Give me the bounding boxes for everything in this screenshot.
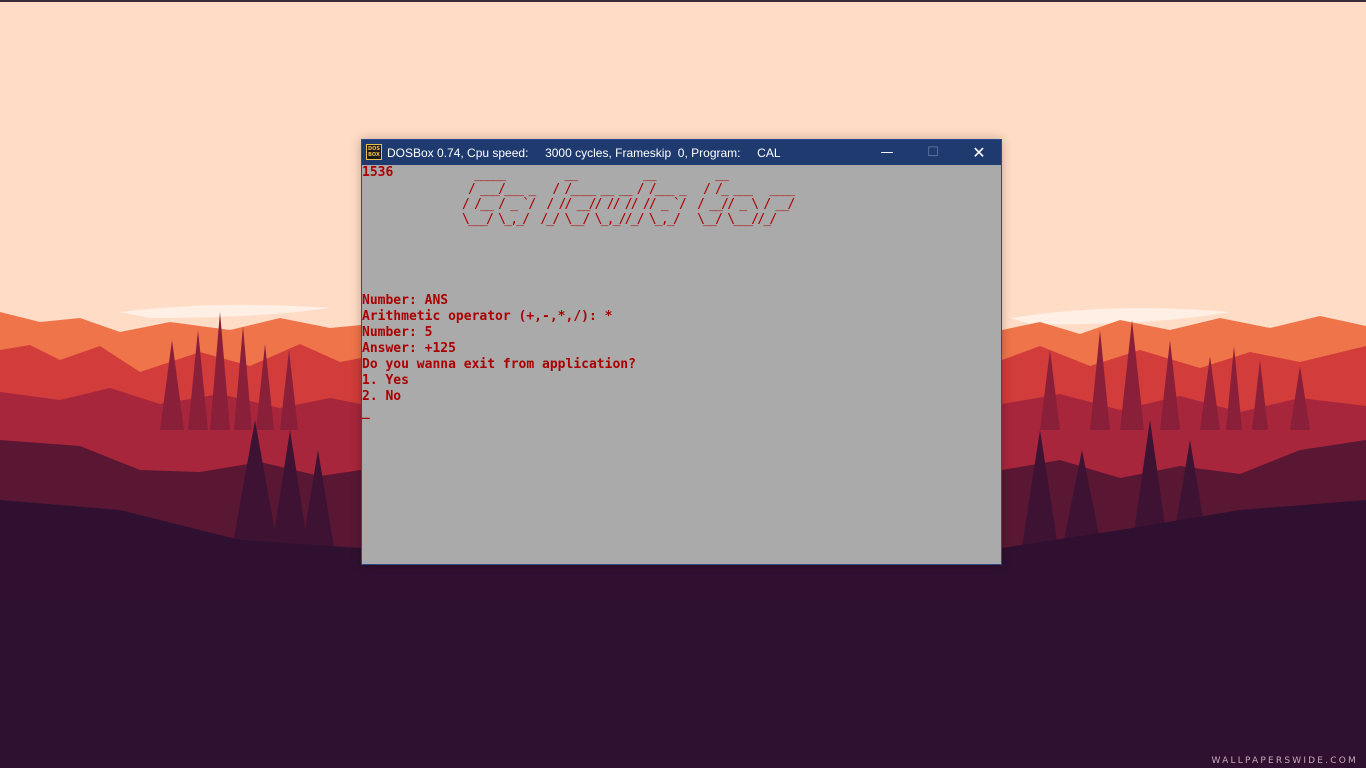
terminal-line: Number: 5 — [362, 325, 433, 340]
dos-screen[interactable]: 1536 _____ __ __ __ / ___/___ _ / /____ … — [362, 165, 1001, 564]
window-titlebar[interactable]: DOS BOX DOSBox 0.74, Cpu speed: 3000 cyc… — [362, 140, 1001, 165]
minimize-button[interactable]: — — [864, 140, 910, 165]
line-counter: 1536 — [362, 165, 394, 180]
icon-text-bottom: BOX — [368, 152, 380, 158]
terminal-line: Do you wanna exit from application? — [362, 357, 636, 372]
terminal-output: Number: ANS Arithmetic operator (+,-,*,/… — [362, 293, 636, 405]
maximize-button[interactable]: ☐ — [910, 140, 956, 165]
terminal-line: Answer: +125 — [362, 341, 456, 356]
ascii-banner: _____ __ __ __ / ___/___ _ / /____ __ __… — [462, 167, 795, 227]
terminal-line: Number: ANS — [362, 293, 449, 308]
dosbox-app-icon[interactable]: DOS BOX — [366, 144, 382, 160]
dosbox-window[interactable]: DOS BOX DOSBox 0.74, Cpu speed: 3000 cyc… — [361, 139, 1002, 565]
wallpaper-watermark: WALLPAPERSWIDE.COM — [1211, 756, 1358, 766]
top-edge-strip — [0, 0, 1366, 2]
terminal-line: 1. Yes — [362, 373, 409, 388]
text-cursor[interactable]: _ — [362, 405, 370, 421]
window-title: DOSBox 0.74, Cpu speed: 3000 cycles, Fra… — [387, 146, 781, 160]
terminal-line: 2. No — [362, 389, 402, 404]
terminal-line: Arithmetic operator (+,-,*,/): * — [362, 309, 613, 324]
close-button[interactable]: ✕ — [956, 140, 1002, 165]
